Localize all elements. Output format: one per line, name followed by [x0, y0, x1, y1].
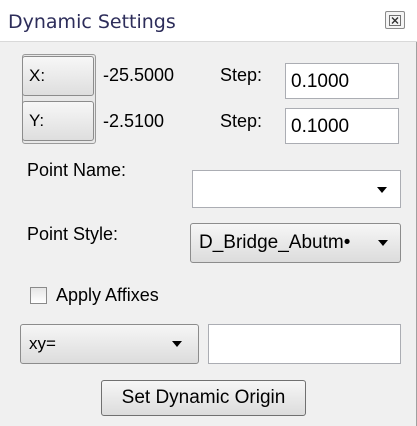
title-bar: Dynamic Settings	[0, 0, 417, 42]
point-style-select[interactable]: D_Bridge_Abutm•	[190, 223, 401, 263]
x-value: -25.5000	[103, 65, 175, 85]
chevron-down-icon	[378, 240, 388, 246]
close-button[interactable]	[385, 11, 405, 29]
affix-format-select[interactable]: xy=	[20, 324, 199, 364]
set-dynamic-origin-button[interactable]: Set Dynamic Origin	[101, 380, 306, 416]
x-button[interactable]: X:	[22, 56, 94, 96]
affix-format-value: xy=	[29, 334, 56, 353]
x-step-label: Step:	[220, 65, 263, 85]
apply-affixes-checkbox[interactable]	[30, 287, 47, 304]
chevron-down-icon	[377, 187, 387, 193]
y-step-value: 0.1000	[291, 116, 350, 137]
affix-text-input[interactable]	[208, 324, 401, 364]
x-step-value: 0.1000	[291, 71, 350, 92]
y-button-label: Y:	[29, 111, 45, 130]
y-step-label: Step:	[220, 111, 263, 131]
y-value: -2.5100	[103, 111, 165, 131]
y-button[interactable]: Y:	[22, 101, 94, 141]
y-step-input[interactable]: 0.1000	[285, 108, 399, 144]
set-dynamic-origin-label: Set Dynamic Origin	[121, 387, 286, 408]
apply-affixes-label[interactable]: Apply Affixes	[56, 285, 159, 306]
panel-title: Dynamic Settings	[8, 11, 176, 33]
close-icon	[389, 14, 401, 26]
chevron-down-icon	[172, 341, 182, 347]
point-name-combo[interactable]	[192, 170, 401, 208]
point-style-value: D_Bridge_Abutm•	[199, 232, 351, 253]
x-button-label: X:	[29, 66, 46, 85]
point-name-label: Point Name:	[27, 160, 127, 180]
dynamic-settings-panel: Dynamic Settings X: Y: -25.5000 -2.5100 …	[0, 0, 417, 426]
point-style-label: Point Style:	[27, 224, 119, 244]
x-step-input[interactable]: 0.1000	[285, 63, 399, 99]
